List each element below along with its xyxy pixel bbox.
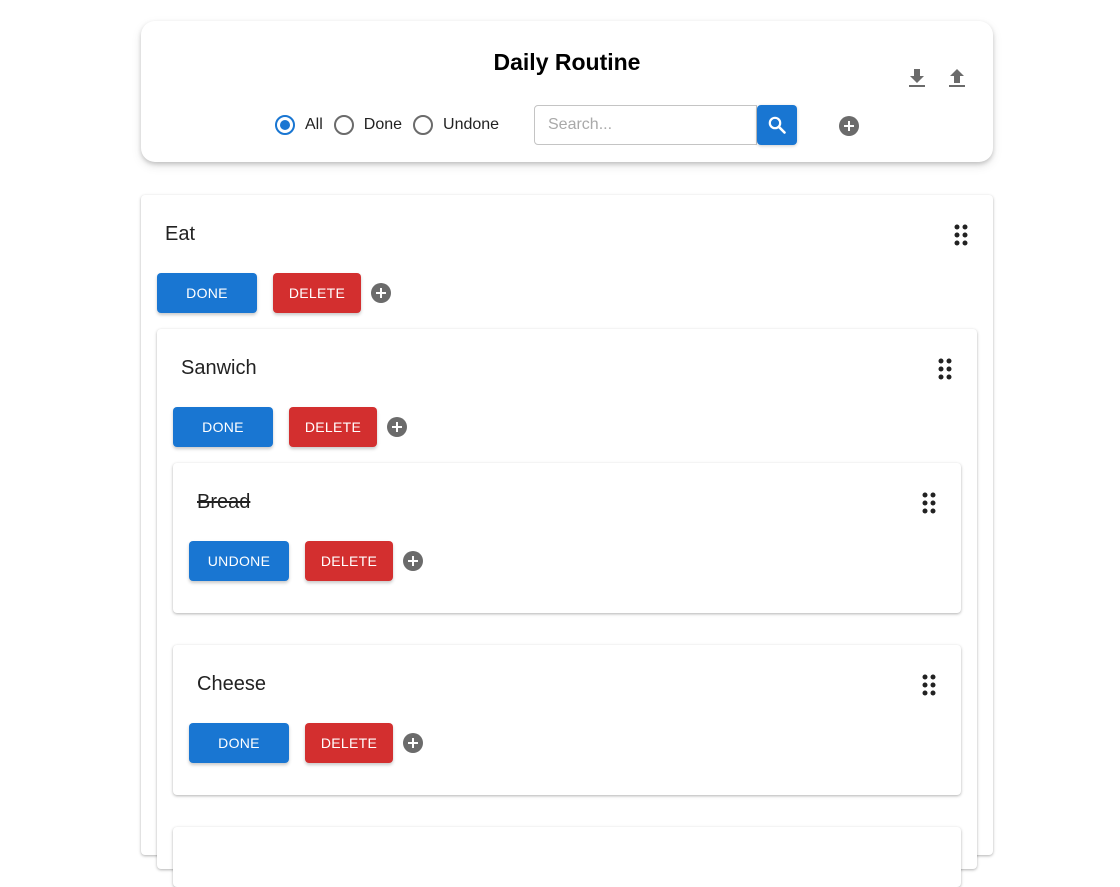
add-subtask-icon[interactable] <box>387 417 407 437</box>
done-button[interactable]: DONE <box>173 407 273 447</box>
add-task-icon[interactable] <box>839 116 859 136</box>
add-subtask-icon[interactable] <box>371 283 391 303</box>
delete-button[interactable]: DELETE <box>289 407 377 447</box>
filter-radio-undone[interactable]: Undone <box>413 115 499 135</box>
task-card-bread: Bread UNDONE DELETE <box>173 463 961 613</box>
search-input[interactable] <box>534 105 757 145</box>
task-title: Bread <box>197 491 251 513</box>
search-button[interactable] <box>757 105 797 145</box>
upload-icon[interactable] <box>947 67 967 89</box>
drag-handle-icon[interactable] <box>953 223 969 247</box>
filter-radio-all[interactable]: All <box>275 115 323 135</box>
undone-button[interactable]: UNDONE <box>189 541 289 581</box>
drag-handle-icon[interactable] <box>921 673 937 697</box>
search-icon <box>768 116 786 134</box>
filter-radio-done[interactable]: Done <box>333 115 403 135</box>
task-title: Sanwich <box>181 357 257 379</box>
task-card-sanwich: Sanwich DONE DELETE Bread UNDONE DELETE <box>157 329 977 887</box>
delete-button[interactable]: DELETE <box>305 723 393 763</box>
page-title: Daily Routine <box>493 49 641 75</box>
download-icon[interactable] <box>907 67 927 89</box>
done-button[interactable]: DONE <box>157 273 257 313</box>
filter-label-done: Done <box>363 116 403 133</box>
task-card-partial <box>173 827 961 887</box>
radio-circle <box>413 115 434 135</box>
task-title: Eat <box>165 223 196 245</box>
task-card-cheese: Cheese DONE DELETE <box>173 645 961 795</box>
header-card: Daily Routine All Done Undone <box>141 21 993 162</box>
filter-radio-group: All Done Undone <box>275 105 510 145</box>
task-title: Cheese <box>197 673 266 695</box>
delete-button[interactable]: DELETE <box>305 541 393 581</box>
add-subtask-icon[interactable] <box>403 551 423 571</box>
drag-handle-icon[interactable] <box>921 491 937 515</box>
radio-circle <box>333 115 354 135</box>
task-card-eat: Eat DONE DELETE Sanwich DONE DELETE Brea… <box>141 195 993 887</box>
delete-button[interactable]: DELETE <box>273 273 361 313</box>
done-button[interactable]: DONE <box>189 723 289 763</box>
add-subtask-icon[interactable] <box>403 733 423 753</box>
filter-label-undone: Undone <box>443 116 500 133</box>
radio-circle <box>275 115 295 135</box>
drag-handle-icon[interactable] <box>937 357 953 381</box>
filter-label-all: All <box>305 116 323 133</box>
